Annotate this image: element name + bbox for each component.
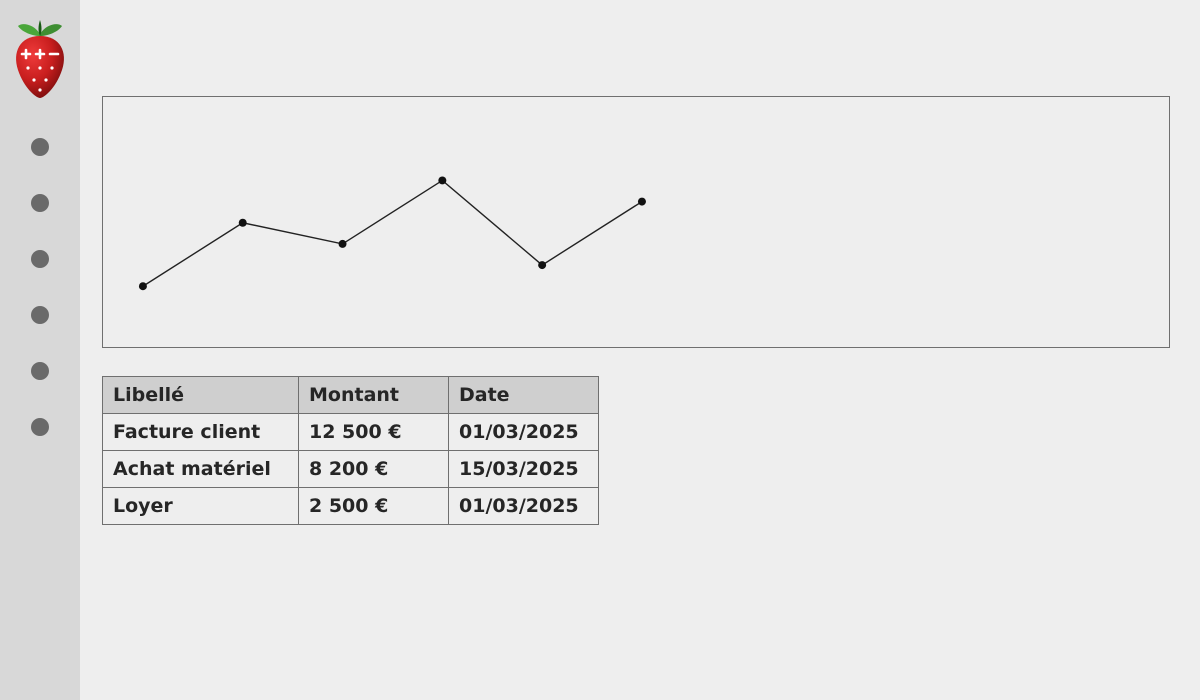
- cell-date: 01/03/2025: [449, 414, 599, 451]
- table-row[interactable]: Facture client 12 500 € 01/03/2025: [103, 414, 599, 451]
- col-date: Date: [449, 377, 599, 414]
- app-logo[interactable]: [8, 18, 72, 100]
- sidebar-nav-4[interactable]: [31, 306, 49, 324]
- cell-montant: 2 500 €: [299, 488, 449, 525]
- main-content: Libellé Montant Date Facture client 12 5…: [80, 0, 1200, 700]
- col-libelle: Libellé: [103, 377, 299, 414]
- table-header-row: Libellé Montant Date: [103, 377, 599, 414]
- trend-chart: [102, 96, 1170, 348]
- sidebar: [0, 0, 80, 700]
- sidebar-nav-2[interactable]: [31, 194, 49, 212]
- table-row[interactable]: Loyer 2 500 € 01/03/2025: [103, 488, 599, 525]
- cell-libelle: Loyer: [103, 488, 299, 525]
- cell-date: 01/03/2025: [449, 488, 599, 525]
- sidebar-nav-5[interactable]: [31, 362, 49, 380]
- cell-date: 15/03/2025: [449, 451, 599, 488]
- sidebar-nav-6[interactable]: [31, 418, 49, 436]
- table-row[interactable]: Achat matériel 8 200 € 15/03/2025: [103, 451, 599, 488]
- cell-montant: 8 200 €: [299, 451, 449, 488]
- cell-montant: 12 500 €: [299, 414, 449, 451]
- transactions-table: Libellé Montant Date Facture client 12 5…: [102, 376, 599, 525]
- cell-libelle: Achat matériel: [103, 451, 299, 488]
- cell-libelle: Facture client: [103, 414, 299, 451]
- sidebar-nav-3[interactable]: [31, 250, 49, 268]
- col-montant: Montant: [299, 377, 449, 414]
- sidebar-nav-1[interactable]: [31, 138, 49, 156]
